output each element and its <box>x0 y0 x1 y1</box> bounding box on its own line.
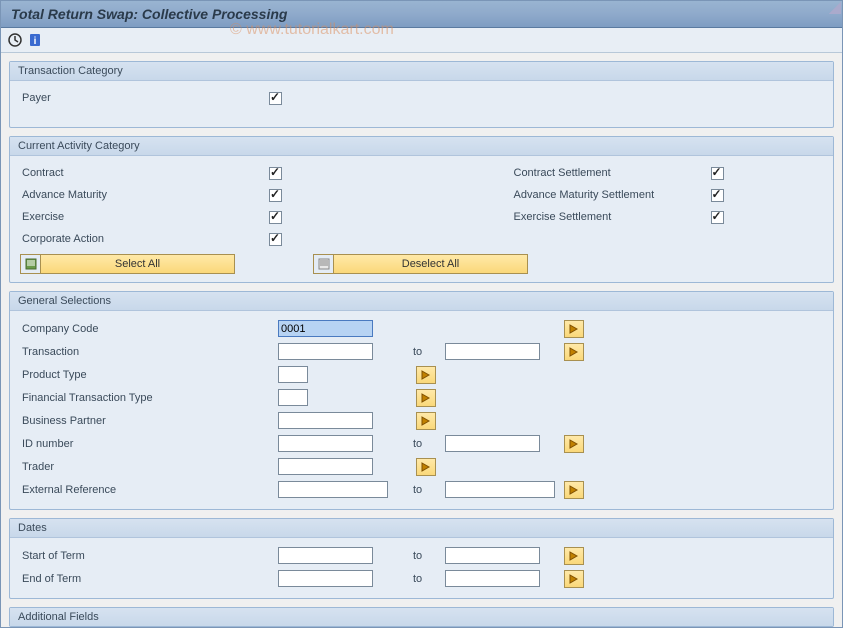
label-external-ref: External Reference <box>20 484 278 496</box>
label-start-term: Start of Term <box>20 550 278 562</box>
input-fin-trans-type[interactable] <box>278 389 308 406</box>
label-corporate-action: Corporate Action <box>20 233 265 245</box>
label-contract: Contract <box>20 167 265 179</box>
multi-select-business-partner[interactable] <box>416 412 436 430</box>
input-external-ref-to[interactable] <box>445 481 555 498</box>
label-business-partner: Business Partner <box>20 415 278 427</box>
execute-icon[interactable] <box>7 32 23 48</box>
label-payer: Payer <box>20 92 265 104</box>
label-contract-settlement: Contract Settlement <box>512 167 707 179</box>
input-start-term-from[interactable] <box>278 547 373 564</box>
label-trader: Trader <box>20 461 278 473</box>
select-all-button[interactable]: Select All <box>20 254 235 274</box>
deselect-all-label: Deselect All <box>334 258 527 270</box>
group-title: Additional Fields <box>10 608 833 626</box>
input-start-term-to[interactable] <box>445 547 540 564</box>
multi-select-external-ref[interactable] <box>564 481 584 499</box>
checkbox-adv-maturity-settlement[interactable] <box>711 189 724 202</box>
select-all-icon <box>21 255 41 273</box>
group-activity-category: Current Activity Category Contract Advan… <box>9 136 834 283</box>
label-company-code: Company Code <box>20 323 278 335</box>
deselect-all-button[interactable]: Deselect All <box>313 254 528 274</box>
label-product-type: Product Type <box>20 369 278 381</box>
checkbox-corporate-action[interactable] <box>269 233 282 246</box>
label-to: to <box>413 346 441 358</box>
label-exercise: Exercise <box>20 211 265 223</box>
group-title: Dates <box>10 519 833 538</box>
input-transaction-from[interactable] <box>278 343 373 360</box>
input-company-code[interactable] <box>278 320 373 337</box>
checkbox-payer[interactable] <box>269 92 282 105</box>
label-exercise-settlement: Exercise Settlement <box>512 211 707 223</box>
checkbox-exercise-settlement[interactable] <box>711 211 724 224</box>
group-title: Current Activity Category <box>10 137 833 156</box>
label-transaction: Transaction <box>20 346 278 358</box>
select-all-label: Select All <box>41 258 234 270</box>
multi-select-trader[interactable] <box>416 458 436 476</box>
input-end-term-to[interactable] <box>445 570 540 587</box>
group-title: General Selections <box>10 292 833 311</box>
checkbox-contract-settlement[interactable] <box>711 167 724 180</box>
group-dates: Dates Start of Term to End of Term to <box>9 518 834 599</box>
multi-select-company-code[interactable] <box>564 320 584 338</box>
checkbox-exercise[interactable] <box>269 211 282 224</box>
svg-text:i: i <box>34 36 37 47</box>
deselect-all-icon <box>314 255 334 273</box>
toolbar: i <box>1 28 842 53</box>
group-additional-fields: Additional Fields <box>9 607 834 627</box>
multi-select-product-type[interactable] <box>416 366 436 384</box>
title-bar: Total Return Swap: Collective Processing <box>1 1 842 28</box>
multi-select-start-term[interactable] <box>564 547 584 565</box>
label-to: to <box>413 484 441 496</box>
label-to: to <box>413 573 441 585</box>
label-to: to <box>413 438 441 450</box>
input-trader[interactable] <box>278 458 373 475</box>
input-id-number-to[interactable] <box>445 435 540 452</box>
multi-select-end-term[interactable] <box>564 570 584 588</box>
info-icon[interactable]: i <box>27 32 43 48</box>
group-general-selections: General Selections Company Code Transact… <box>9 291 834 510</box>
label-fin-trans-type: Financial Transaction Type <box>20 392 278 404</box>
label-id-number: ID number <box>20 438 278 450</box>
input-business-partner[interactable] <box>278 412 373 429</box>
multi-select-id-number[interactable] <box>564 435 584 453</box>
checkbox-contract[interactable] <box>269 167 282 180</box>
input-product-type[interactable] <box>278 366 308 383</box>
multi-select-transaction[interactable] <box>564 343 584 361</box>
label-advance-maturity: Advance Maturity <box>20 189 265 201</box>
multi-select-fin-trans-type[interactable] <box>416 389 436 407</box>
corner-fold <box>829 2 841 14</box>
label-end-term: End of Term <box>20 573 278 585</box>
label-to: to <box>413 550 441 562</box>
input-end-term-from[interactable] <box>278 570 373 587</box>
group-transaction-category: Transaction Category Payer <box>9 61 834 128</box>
label-adv-maturity-settlement: Advance Maturity Settlement <box>512 189 707 201</box>
checkbox-advance-maturity[interactable] <box>269 189 282 202</box>
page-title: Total Return Swap: Collective Processing <box>11 6 287 22</box>
input-id-number-from[interactable] <box>278 435 373 452</box>
input-transaction-to[interactable] <box>445 343 540 360</box>
group-title: Transaction Category <box>10 62 833 81</box>
input-external-ref-from[interactable] <box>278 481 388 498</box>
